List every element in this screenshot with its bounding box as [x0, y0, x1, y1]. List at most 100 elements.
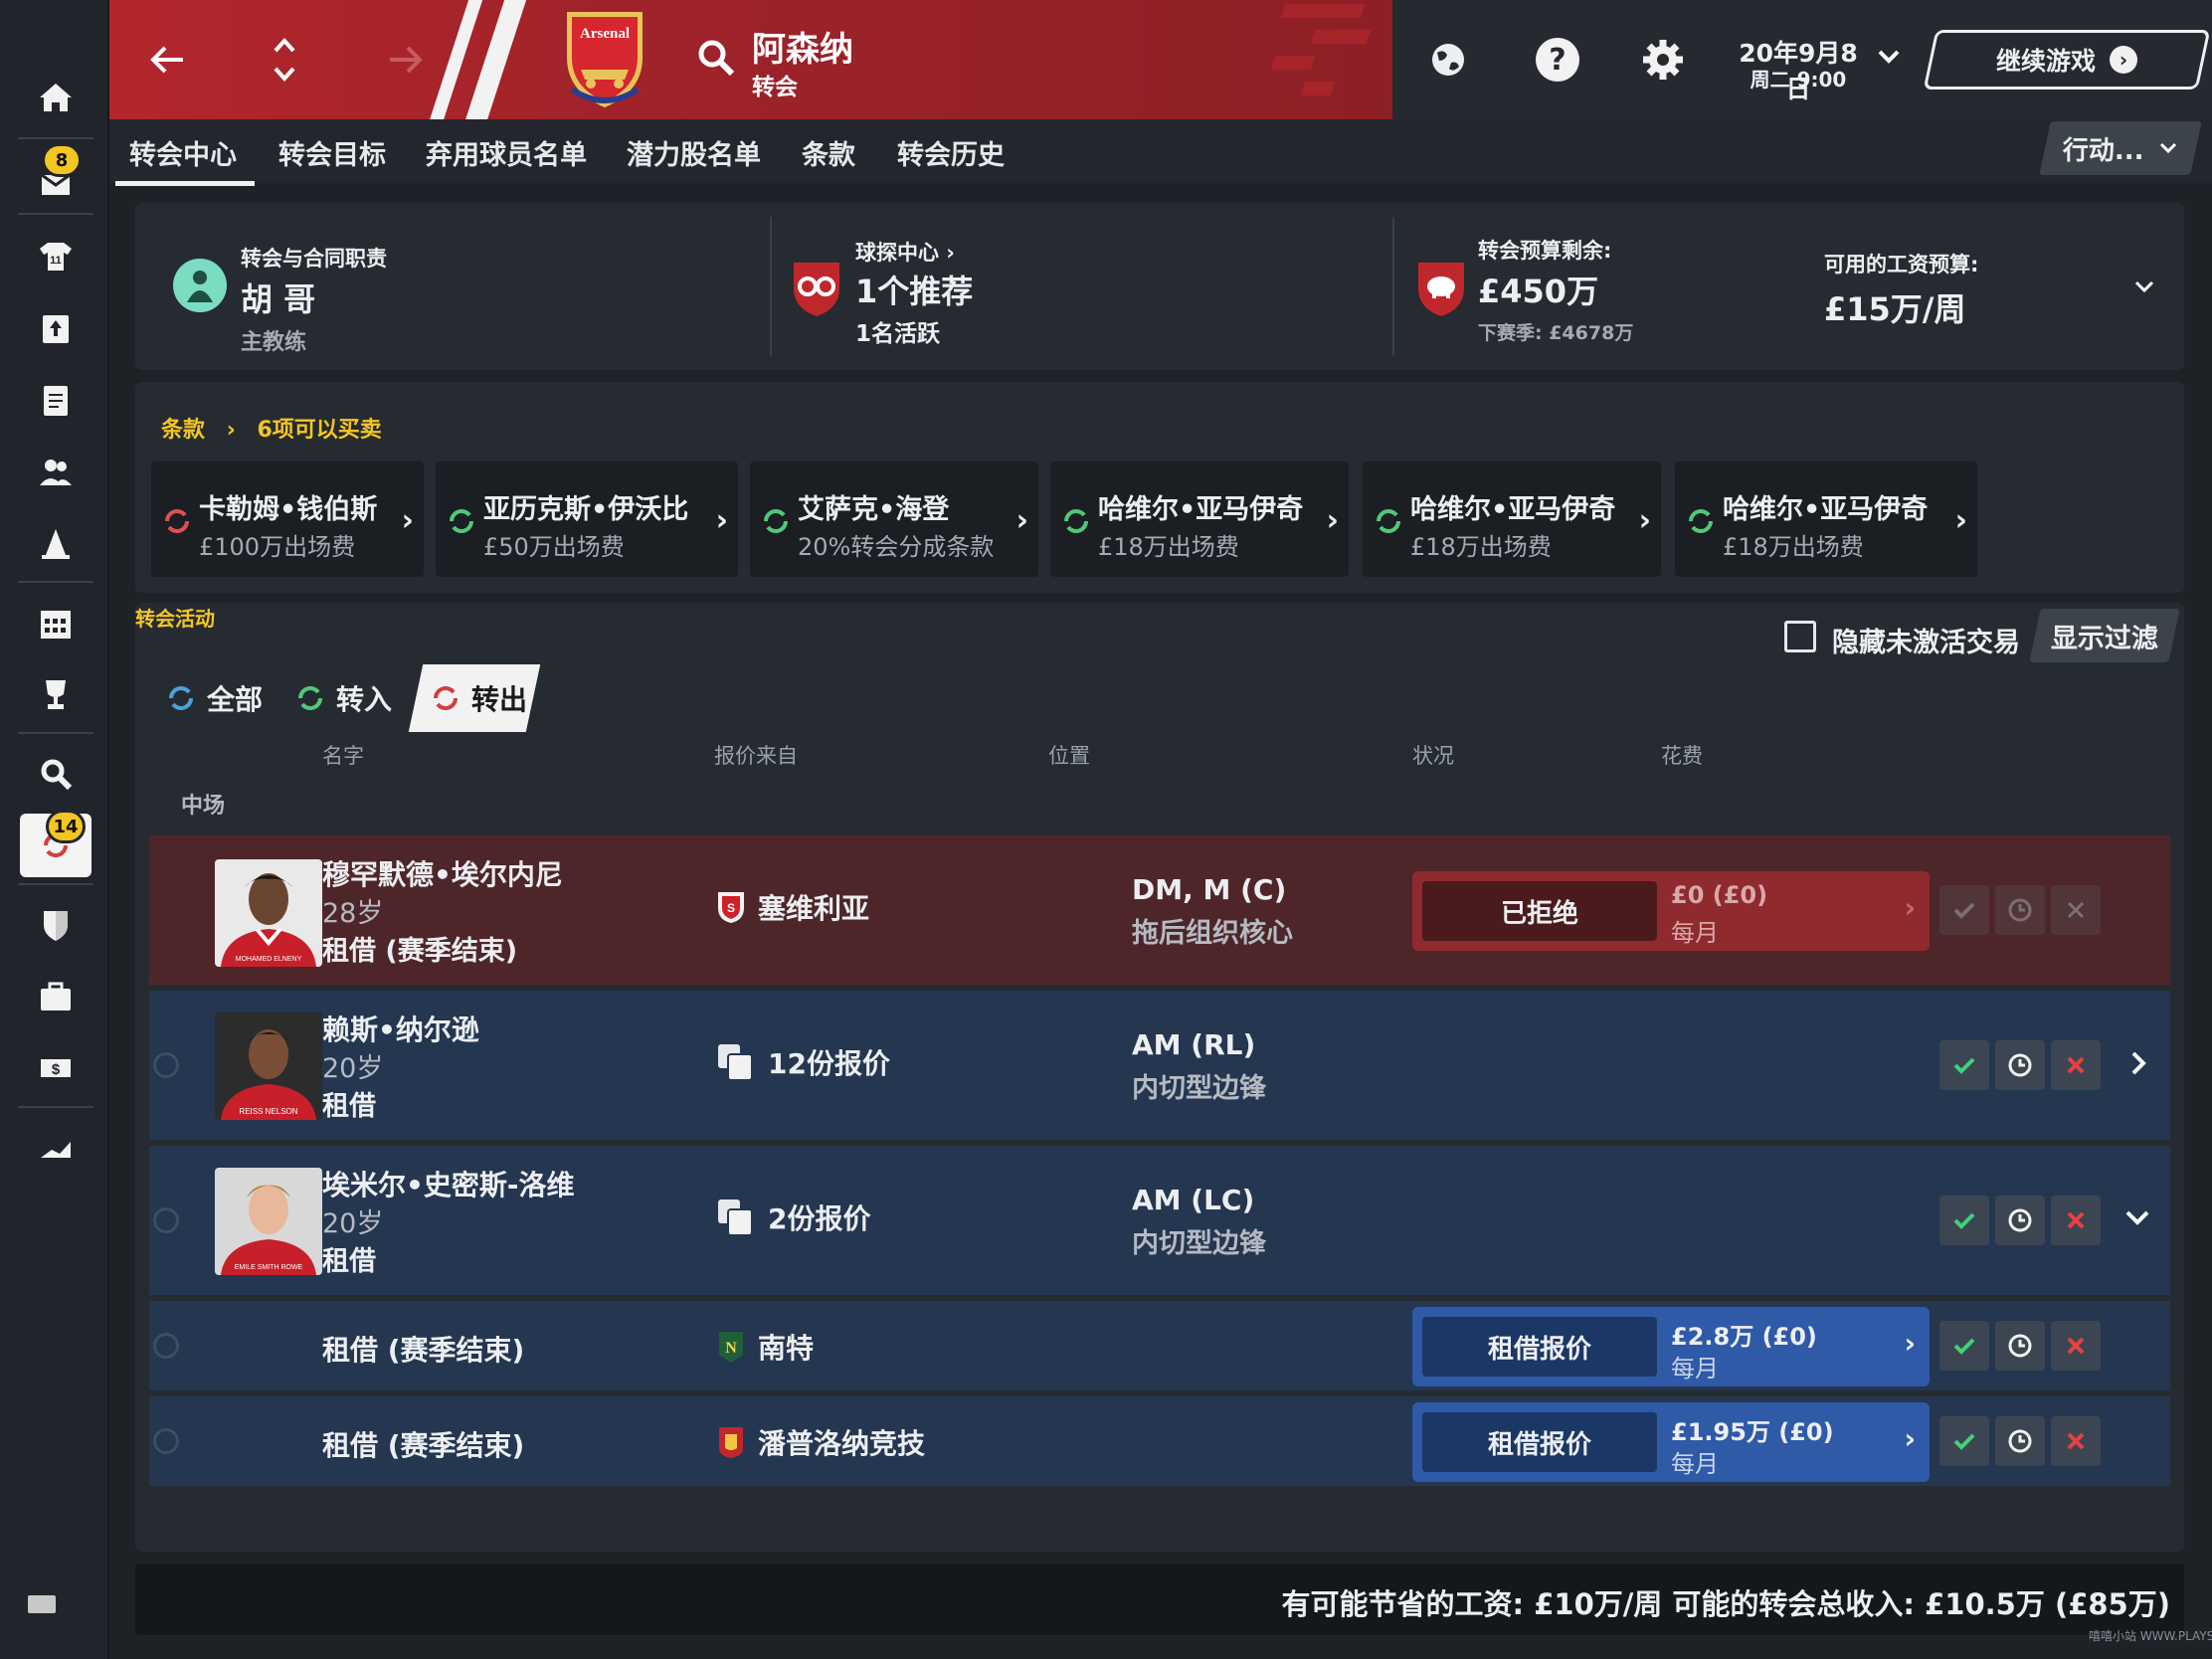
- world-icon[interactable]: [1418, 30, 1478, 90]
- trend-icon[interactable]: [20, 1116, 92, 1180]
- player-name[interactable]: 赖斯•纳尔逊: [322, 1009, 479, 1048]
- delay-clock-icon[interactable]: [1995, 1040, 2045, 1090]
- accept-check-icon[interactable]: [1939, 1321, 1989, 1371]
- summary-chevron-down-icon[interactable]: [2132, 275, 2156, 302]
- scout-centre-link[interactable]: 球探中心 ›: [855, 237, 955, 267]
- offer-club[interactable]: N 南特: [716, 1327, 814, 1367]
- clause-card[interactable]: 哈维尔•亚马伊奇 £18万出场费 ›: [1675, 461, 1977, 577]
- search-club-icon[interactable]: [694, 36, 738, 84]
- section-subtitle: 转会: [752, 75, 798, 100]
- current-time: 周二 9:00: [1750, 68, 1847, 92]
- back-arrow-icon[interactable]: [137, 30, 197, 90]
- table-row[interactable]: 租借 (赛季结束) 潘普洛纳竞技 租借报价 £1.95万 (£0) 每月 ›: [149, 1396, 2170, 1486]
- row-select-radio[interactable]: [153, 1428, 179, 1454]
- accept-check-icon[interactable]: [1939, 885, 1989, 935]
- table-row[interactable]: REISS NELSON 赖斯•纳尔逊 20岁 租借 12份报价 AM (RL)…: [149, 991, 2170, 1140]
- tab-transfer-history[interactable]: 转会历史: [897, 133, 1005, 172]
- offer-value: £0 (£0): [1671, 881, 1768, 909]
- dynamics-icon[interactable]: [20, 296, 92, 360]
- training-cone-icon[interactable]: [20, 511, 92, 575]
- club-shield-icon[interactable]: [20, 893, 92, 957]
- tab-transfer-centre[interactable]: 转会中心: [115, 133, 255, 186]
- reject-x-icon[interactable]: [2051, 1196, 2101, 1245]
- filter-all[interactable]: 全部: [165, 664, 275, 732]
- offer-status[interactable]: 租借报价 £1.95万 (£0) 每月 ›: [1412, 1402, 1930, 1482]
- cycle-icon: [434, 686, 458, 710]
- calendar-icon[interactable]: [20, 591, 92, 654]
- player-name[interactable]: 埃米尔•史密斯-洛维: [322, 1164, 575, 1203]
- briefcase-icon[interactable]: [20, 965, 92, 1028]
- player-name[interactable]: 穆罕默德•埃尔内尼: [322, 853, 563, 893]
- filter-in[interactable]: 转入: [294, 664, 404, 732]
- gear-icon[interactable]: [1633, 30, 1693, 90]
- offer-club[interactable]: 潘普洛纳竞技: [716, 1422, 925, 1462]
- delay-clock-icon[interactable]: [1995, 1196, 2045, 1245]
- tab-transfer-targets[interactable]: 转会目标: [278, 133, 386, 172]
- player-portrait: REISS NELSON: [215, 1013, 322, 1120]
- col-position[interactable]: 位置: [1048, 740, 1090, 770]
- delay-clock-icon[interactable]: [1995, 1416, 2045, 1466]
- squad-shirt-icon[interactable]: 11: [20, 225, 92, 288]
- tab-potential-list[interactable]: 潜力股名单: [627, 133, 761, 172]
- cycle-icon: [165, 509, 189, 533]
- clause-player: 哈维尔•亚马伊奇: [1410, 494, 1616, 525]
- reject-x-icon[interactable]: [2051, 1321, 2101, 1371]
- clause-player: 卡勒姆•钱伯斯: [199, 494, 378, 525]
- tab-clauses[interactable]: 条款: [802, 133, 855, 172]
- chevron-right-icon[interactable]: [2128, 1048, 2148, 1082]
- action-menu-button[interactable]: 行动...: [2039, 121, 2202, 175]
- row-select-radio[interactable]: [153, 1052, 179, 1078]
- accept-check-icon[interactable]: [1939, 1416, 1989, 1466]
- table-row[interactable]: MOHAMED ELNENY 穆罕默德•埃尔内尼 28岁 租借 (赛季结束) S…: [149, 835, 2170, 985]
- chevron-down-icon[interactable]: [2122, 1207, 2152, 1233]
- home-icon[interactable]: [20, 66, 92, 129]
- hide-inactive-checkbox[interactable]: [1784, 621, 1816, 652]
- finances-icon[interactable]: $: [20, 1036, 92, 1100]
- accept-check-icon[interactable]: [1939, 1040, 1989, 1090]
- col-status[interactable]: 状况: [1412, 740, 1454, 770]
- offer-count[interactable]: 2份报价: [716, 1198, 870, 1237]
- clause-card[interactable]: 亚历克斯•伊沃比 £50万出场费 ›: [436, 461, 738, 577]
- col-cost[interactable]: 花费: [1661, 740, 1703, 770]
- staff-icon[interactable]: [20, 440, 92, 503]
- clauses-breadcrumb[interactable]: 条款 › 6项可以买卖: [161, 412, 382, 444]
- chevron-right-icon: ›: [401, 503, 414, 538]
- reject-x-icon[interactable]: [2051, 885, 2101, 935]
- trophy-icon[interactable]: [20, 662, 92, 726]
- clause-card[interactable]: 哈维尔•亚马伊奇 £18万出场费 ›: [1363, 461, 1661, 577]
- reject-x-icon[interactable]: [2051, 1040, 2101, 1090]
- clause-card[interactable]: 哈维尔•亚马伊奇 £18万出场费 ›: [1050, 461, 1349, 577]
- col-name[interactable]: 名字: [322, 740, 364, 770]
- delay-clock-icon[interactable]: [1995, 885, 2045, 935]
- clause-card[interactable]: 艾萨克•海登 20%转会分成条款 ›: [750, 461, 1038, 577]
- reject-x-icon[interactable]: [2051, 1416, 2101, 1466]
- tab-unwanted-players[interactable]: 弃用球员名单: [426, 133, 587, 172]
- card-icon[interactable]: [28, 1595, 56, 1613]
- row-select-radio[interactable]: [153, 1207, 179, 1233]
- accept-check-icon[interactable]: [1939, 1196, 1989, 1245]
- forward-arrow-icon[interactable]: [376, 30, 436, 90]
- row-select-radio[interactable]: [153, 1333, 179, 1359]
- offer-count[interactable]: 12份报价: [716, 1042, 890, 1082]
- cycle-icon: [1064, 509, 1088, 533]
- help-icon[interactable]: ?: [1528, 30, 1587, 90]
- offer-club[interactable]: S 塞维利亚: [716, 887, 869, 927]
- offer-status[interactable]: 已拒绝 £0 (£0) 每月 ›: [1412, 871, 1930, 951]
- delay-clock-icon[interactable]: [1995, 1321, 2045, 1371]
- show-filter-button[interactable]: 显示过滤: [2029, 609, 2180, 662]
- search-icon[interactable]: [20, 742, 92, 806]
- clause-card[interactable]: 卡勒姆•钱伯斯 £100万出场费 ›: [151, 461, 424, 577]
- date-chevron-down-icon[interactable]: [1876, 44, 1902, 74]
- status-label: 已拒绝: [1422, 881, 1657, 941]
- manager-name[interactable]: 胡 哥: [241, 275, 315, 320]
- table-row[interactable]: 租借 (赛季结束) N 南特 租借报价 £2.8万 (£0) 每月 ›: [149, 1301, 2170, 1390]
- offer-status[interactable]: 租借报价 £2.8万 (£0) 每月 ›: [1412, 1307, 1930, 1386]
- up-down-icon[interactable]: [255, 30, 314, 90]
- table-row[interactable]: EMILE SMITH ROWE 埃米尔•史密斯-洛维 20岁 租借 2份报价 …: [149, 1146, 2170, 1295]
- continue-game-button[interactable]: 继续游戏 ›: [1923, 30, 2211, 90]
- chevron-right-icon: ›: [1326, 503, 1339, 538]
- show-filter-label: 显示过滤: [2051, 623, 2158, 654]
- clipboard-icon[interactable]: [20, 368, 92, 432]
- filter-out[interactable]: 转出: [408, 664, 541, 732]
- col-from[interactable]: 报价来自: [714, 740, 798, 770]
